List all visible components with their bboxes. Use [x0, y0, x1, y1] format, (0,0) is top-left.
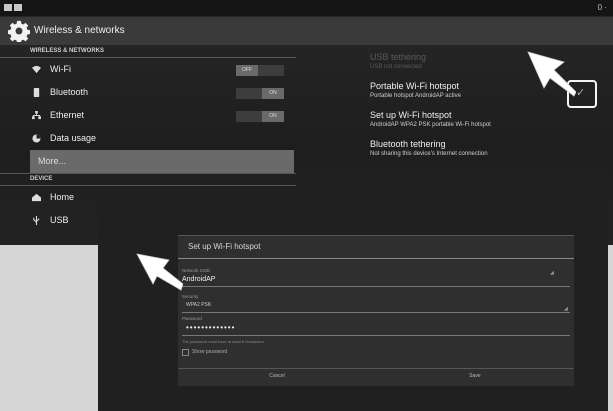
password-input[interactable]: ••••••••••••• [186, 323, 235, 332]
settings-item-label: Ethernet [50, 110, 85, 120]
settings-item-wifi[interactable]: Wi-Fi OFF [0, 58, 296, 81]
settings-item-label: Data usage [50, 133, 97, 143]
settings-item-label: USB [50, 215, 69, 225]
toggle-state: ON [262, 88, 284, 99]
setup-hotspot-dialog: Set up Wi-Fi hotspot Network SSID Androi… [178, 235, 574, 386]
toggle-state: OFF [236, 65, 258, 76]
caret-icon: ◢ [550, 270, 554, 276]
item-summary: AndroidAP WPA2 PSK portable Wi-Fi hotspo… [370, 122, 491, 128]
bluetooth-toggle[interactable]: ON [236, 88, 284, 99]
pointer-arrow-icon [527, 51, 576, 97]
ssid-label: Network SSID [182, 268, 211, 273]
settings-item-more[interactable]: More... [30, 150, 294, 173]
hotspot-dialog-screen: Set up Wi-Fi hotspot Network SSID Androi… [98, 199, 608, 411]
show-password-label: Show password [192, 349, 228, 355]
wifi-icon [32, 65, 41, 74]
usb-icon [33, 216, 40, 225]
bluetooth-tethering-item[interactable]: Bluetooth tethering Not sharing this dev… [370, 139, 610, 168]
item-title: Bluetooth tethering [370, 139, 446, 149]
item-title: Set up Wi-Fi hotspot [370, 110, 452, 120]
setup-hotspot-item[interactable]: Set up Wi-Fi hotspot AndroidAP WPA2 PSK … [370, 110, 610, 139]
password-label: Password [182, 316, 202, 321]
wifi-toggle[interactable]: OFF [236, 65, 284, 76]
save-button[interactable]: Save [376, 373, 574, 379]
settings-item-label: Wi-Fi [50, 64, 71, 74]
section-header-wireless: WIRELESS & NETWORKS [0, 46, 296, 58]
bluetooth-icon [33, 88, 40, 97]
dialog-title: Set up Wi-Fi hotspot [188, 242, 261, 251]
password-underline [182, 335, 570, 336]
notification-icon [4, 4, 12, 11]
ethernet-icon [32, 111, 41, 120]
section-header-device: DEVICE [0, 173, 296, 186]
settings-item-bluetooth[interactable]: Bluetooth ON [0, 81, 296, 104]
item-summary: Not sharing this device's Internet conne… [370, 151, 488, 157]
screenshot-icon [14, 4, 22, 11]
checkmark-icon: ✓ [576, 87, 586, 99]
title-divider [178, 258, 574, 259]
status-indicator: 0 · [597, 3, 607, 12]
status-bar: 0 · [0, 0, 613, 16]
action-bar: Wireless & networks [0, 17, 613, 45]
settings-item-data-usage[interactable]: Data usage [0, 127, 296, 150]
security-underline [182, 312, 570, 313]
home-icon [32, 193, 41, 202]
security-label: Security [182, 294, 199, 299]
ethernet-toggle[interactable]: ON [236, 111, 284, 122]
gear-icon[interactable] [8, 20, 30, 42]
cancel-button[interactable]: Cancel [178, 373, 376, 379]
show-password-checkbox[interactable] [182, 349, 189, 356]
password-hint: The password must have at least 8 charac… [182, 339, 265, 344]
settings-item-label: More... [38, 156, 67, 166]
ssid-input[interactable]: AndroidAP [182, 276, 215, 283]
dialog-button-bar: Cancel Save [178, 368, 574, 387]
ssid-underline [182, 286, 570, 287]
toggle-state: ON [262, 111, 284, 122]
settings-item-label: Home [50, 192, 75, 202]
pointer-arrow-icon [136, 253, 183, 291]
settings-item-ethernet[interactable]: Ethernet ON [0, 104, 296, 127]
security-select[interactable]: WPA2 PSK [186, 302, 211, 308]
settings-item-label: Bluetooth [50, 87, 89, 97]
data-usage-icon [32, 134, 41, 143]
page-title: Wireless & networks [34, 25, 125, 36]
